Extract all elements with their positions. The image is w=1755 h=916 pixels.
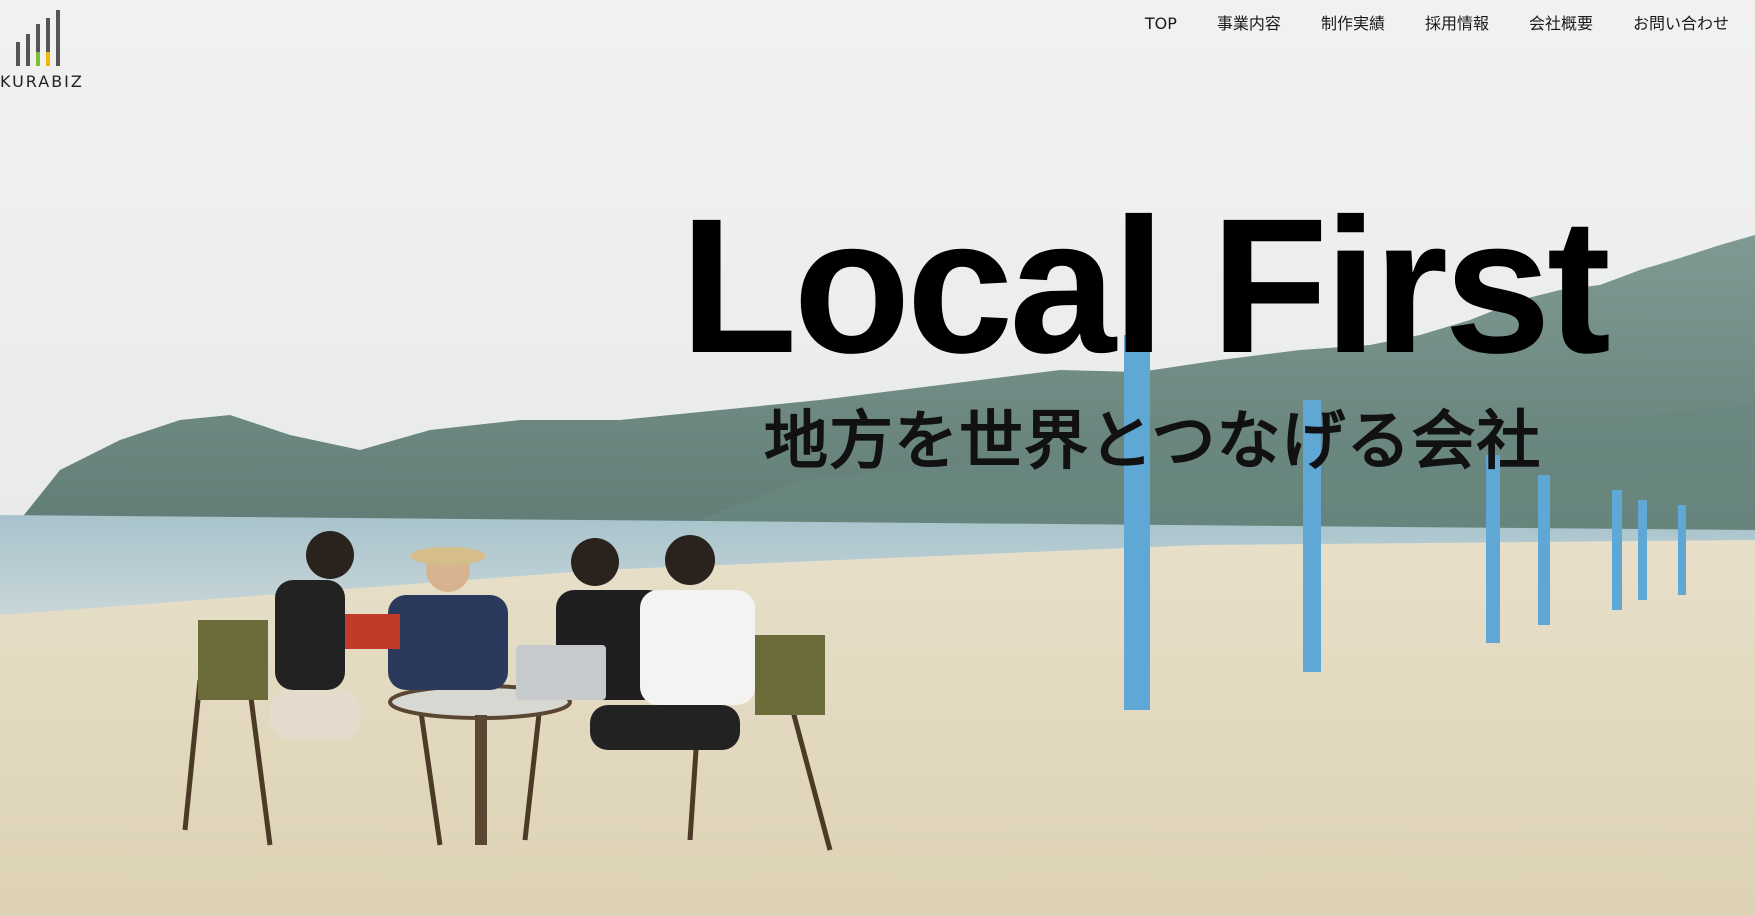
nav-item-contact[interactable]: お問い合わせ — [1633, 12, 1729, 36]
page: KURABIZ TOP 事業内容 制作実績 採用情報 会社概要 お問い合わせ L… — [0, 0, 1755, 916]
nav-item-recruit[interactable]: 採用情報 — [1425, 12, 1489, 36]
site-logo[interactable]: KURABIZ — [0, 8, 110, 98]
main-navigation: TOP 事業内容 制作実績 採用情報 会社概要 お問い合わせ — [1105, 12, 1729, 36]
nav-item-works[interactable]: 制作実績 — [1321, 12, 1385, 36]
logo-wordmark: KURABIZ — [0, 72, 84, 91]
nav-item-business[interactable]: 事業内容 — [1217, 12, 1281, 36]
hero-headline: Local First — [680, 178, 1611, 393]
nav-item-company[interactable]: 会社概要 — [1529, 12, 1593, 36]
nav-item-top[interactable]: TOP — [1145, 12, 1177, 36]
hero-subheadline: 地方を世界とつなげる会社 — [764, 405, 1542, 479]
bar-chart-logo-icon — [16, 10, 60, 66]
